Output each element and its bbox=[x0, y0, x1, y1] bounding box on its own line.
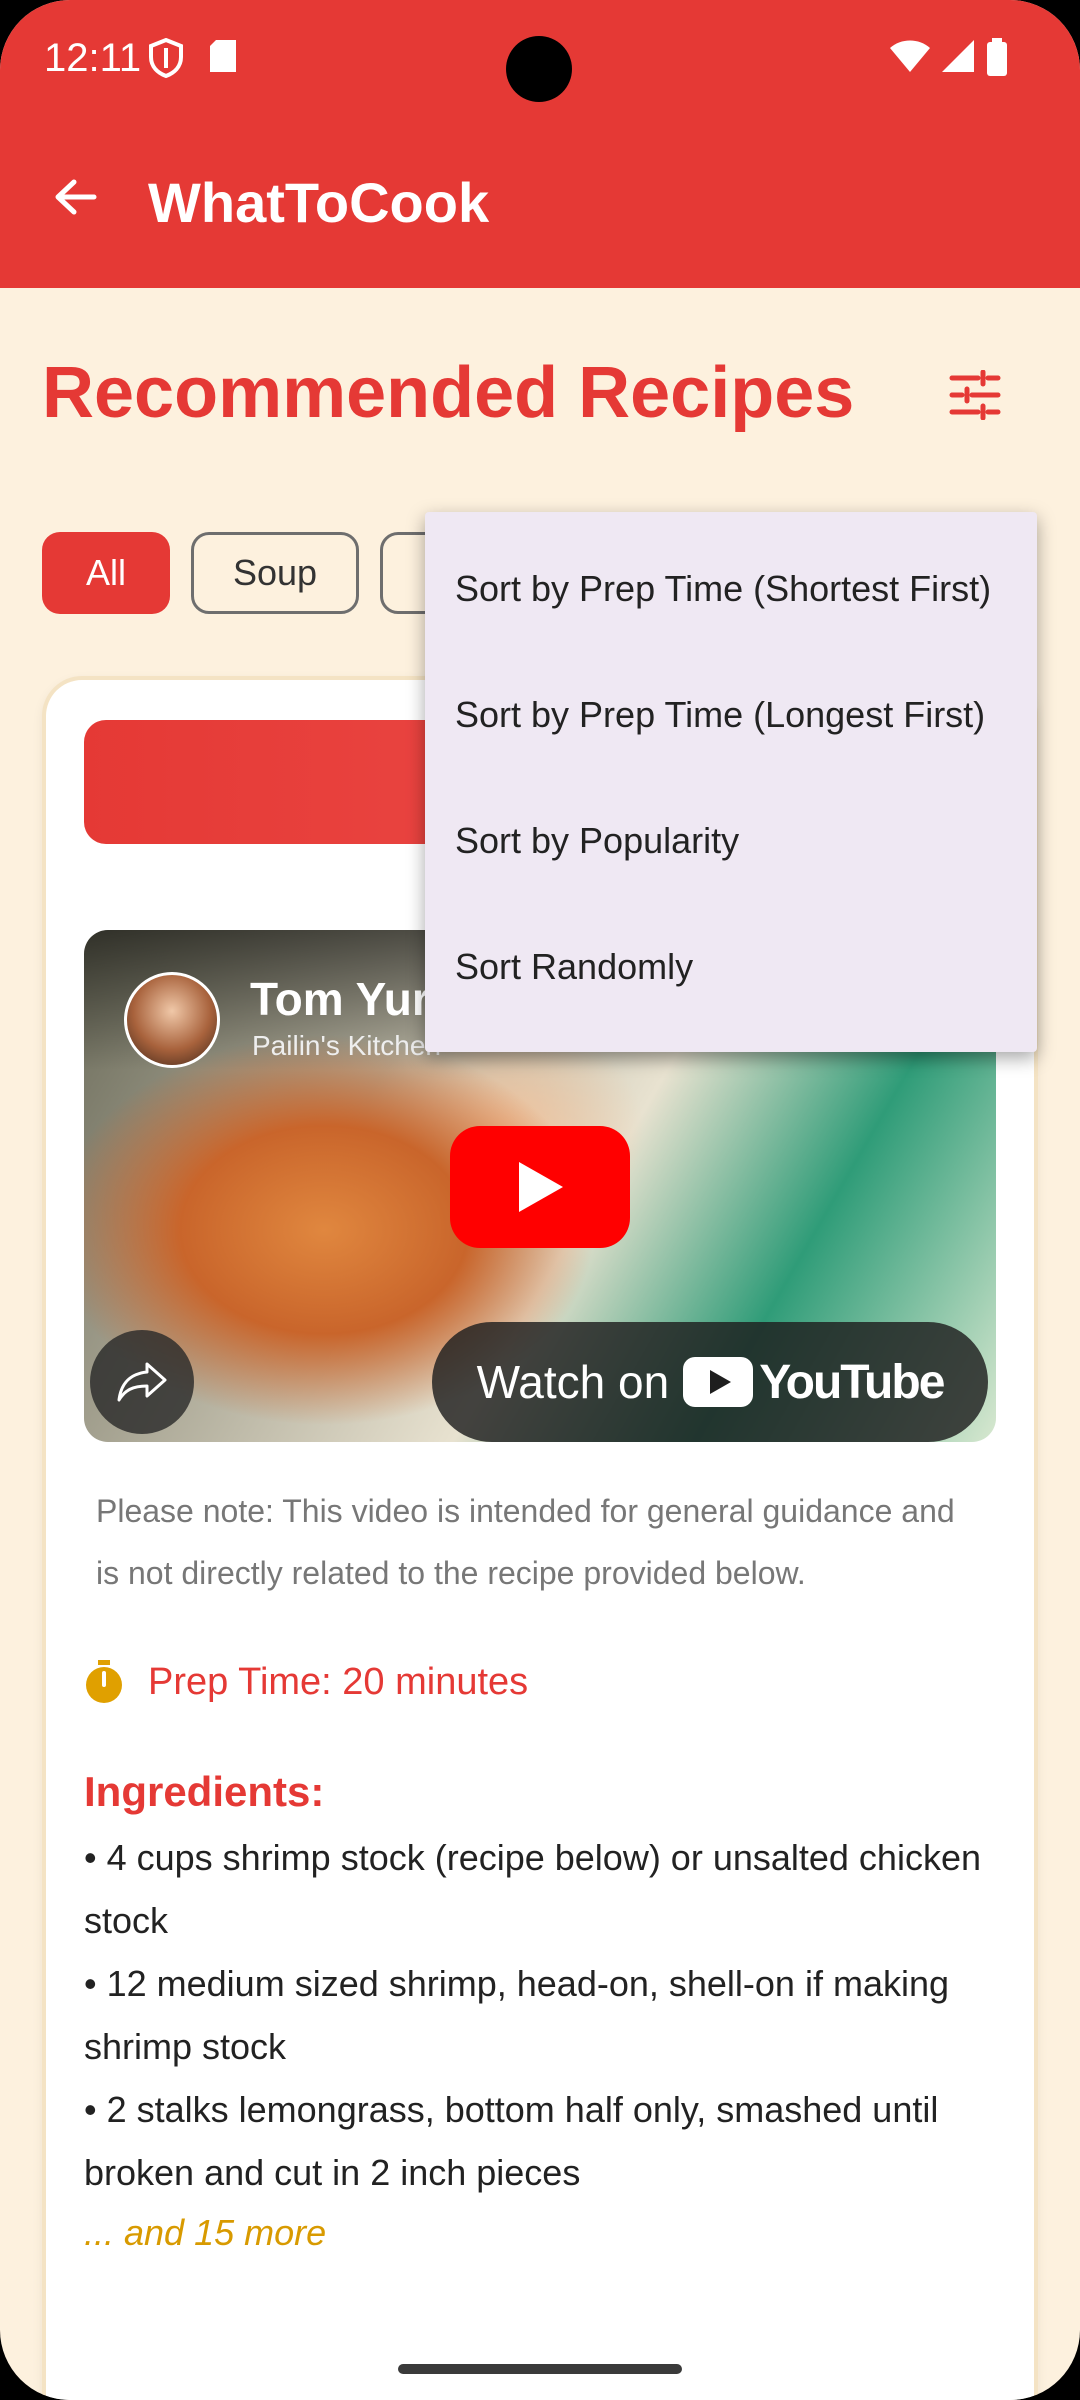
sort-prep-longest-item[interactable]: Sort by Prep Time (Longest First) bbox=[425, 652, 1037, 778]
camera-cutout bbox=[506, 36, 572, 102]
app-bar: 12:11 WhatToCook bbox=[0, 0, 1080, 288]
battery-icon bbox=[986, 38, 1008, 81]
watch-on-label: Watch on bbox=[476, 1356, 670, 1408]
sort-random-item[interactable]: Sort Randomly bbox=[425, 904, 1037, 1030]
toolbar: WhatToCook bbox=[0, 130, 1080, 280]
video-disclaimer: Please note: This video is intended for … bbox=[96, 1493, 955, 1591]
channel-avatar[interactable] bbox=[124, 972, 220, 1068]
sort-prep-shortest-item[interactable]: Sort by Prep Time (Shortest First) bbox=[425, 526, 1037, 652]
app-screen: 12:11 WhatToCook Recommended Recipes All… bbox=[0, 0, 1080, 2400]
youtube-logo: YouTube bbox=[683, 1355, 945, 1410]
sd-card-icon bbox=[208, 38, 238, 79]
timer-icon bbox=[86, 1660, 122, 1703]
ingredients-list: • 4 cups shrimp stock (recipe below) or … bbox=[84, 1826, 984, 2204]
chip-soup[interactable]: Soup bbox=[191, 532, 359, 614]
sort-menu: Sort by Prep Time (Shortest First) Sort … bbox=[425, 512, 1037, 1052]
chip-all[interactable]: All bbox=[42, 532, 170, 614]
play-icon bbox=[519, 1162, 563, 1212]
share-button[interactable] bbox=[90, 1330, 194, 1434]
youtube-word: YouTube bbox=[759, 1355, 945, 1409]
wifi-icon bbox=[888, 38, 932, 79]
prep-time: Prep Time: 20 minutes bbox=[84, 1660, 528, 1704]
ingredient-item: • 2 stalks lemongrass, bottom half only,… bbox=[84, 2089, 939, 2193]
share-icon bbox=[117, 1362, 167, 1402]
shield-icon bbox=[148, 37, 184, 83]
status-bar: 12:11 bbox=[0, 0, 1080, 120]
sort-popularity-item[interactable]: Sort by Popularity bbox=[425, 778, 1037, 904]
home-indicator[interactable] bbox=[398, 2364, 682, 2374]
prep-time-text: Prep Time: 20 minutes bbox=[148, 1660, 529, 1703]
filter-sort-button[interactable] bbox=[940, 360, 1010, 430]
youtube-icon bbox=[683, 1357, 754, 1407]
arrow-back-icon bbox=[55, 179, 97, 215]
play-button[interactable] bbox=[450, 1126, 630, 1248]
cell-signal-icon bbox=[940, 38, 976, 79]
watch-on-youtube-button[interactable]: Watch on YouTube bbox=[432, 1322, 988, 1442]
video-title[interactable]: Tom Yur bbox=[250, 972, 430, 1026]
ingredient-item: • 4 cups shrimp stock (recipe below) or … bbox=[84, 1837, 981, 1941]
status-time: 12:11 bbox=[44, 36, 142, 80]
more-ingredients-link[interactable]: ... and 15 more bbox=[84, 2212, 326, 2254]
tune-icon bbox=[949, 370, 1001, 420]
ingredients-title: Ingredients: bbox=[84, 1768, 325, 1815]
back-button[interactable] bbox=[40, 162, 110, 232]
video-channel: Pailin's Kitchen bbox=[252, 1030, 441, 1061]
ingredient-item: • 12 medium sized shrimp, head-on, shell… bbox=[84, 1963, 950, 2067]
page-title: Recommended Recipes bbox=[42, 353, 855, 433]
app-title: WhatToCook bbox=[148, 171, 490, 234]
